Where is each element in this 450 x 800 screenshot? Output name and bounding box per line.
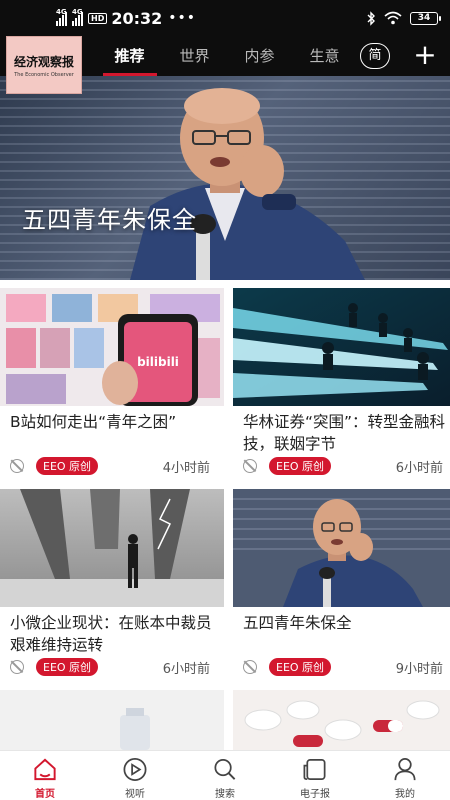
dislike-icon[interactable]: [10, 660, 24, 674]
logo-subtitle: The Economic Observer: [14, 72, 74, 78]
article-thumbnail: [0, 690, 224, 750]
brand-logo[interactable]: 经济观察报 The Economic Observer: [6, 36, 82, 94]
article-card[interactable]: 华林证券“突围”：转型金融科技，联姻字节 EEO 原创 6小时前: [233, 288, 450, 484]
signal-2-icon: 4G: [72, 8, 83, 26]
home-icon: [34, 758, 56, 781]
dislike-icon[interactable]: [243, 459, 257, 473]
bottom-nav: 首页 视听 搜索 电子报 我的: [0, 750, 450, 800]
article-card[interactable]: 小微企业现状：在账本中裁员 艰难维持运转 EEO 原创 6小时前: [0, 489, 224, 685]
article-card[interactable]: [233, 690, 450, 750]
article-thumbnail: bilibili: [0, 288, 224, 406]
publish-time: 4小时前: [162, 460, 210, 476]
original-badge: EEO 原创: [36, 457, 99, 475]
nav-search[interactable]: 搜索: [180, 751, 270, 800]
dislike-icon[interactable]: [243, 660, 257, 674]
article-thumbnail: [233, 489, 450, 607]
logo-title: 经济观察报: [13, 55, 74, 69]
user-icon: [394, 758, 416, 781]
article-thumbnail: [233, 288, 450, 406]
dislike-icon[interactable]: [10, 459, 24, 473]
add-channel-button[interactable]: +: [410, 36, 440, 76]
article-card[interactable]: [0, 690, 224, 750]
wifi-icon: [384, 11, 402, 25]
tab-business[interactable]: 生意: [292, 36, 357, 76]
nav-profile-label: 我的: [395, 789, 415, 800]
nav-epaper[interactable]: 电子报: [270, 751, 360, 800]
article-title: B站如何走出“青年之困”: [10, 413, 177, 431]
nav-home[interactable]: 首页: [0, 751, 90, 800]
nav-media[interactable]: 视听: [90, 751, 180, 800]
hero-title: 五四青年朱保全: [22, 206, 197, 234]
article-meta: EEO 原创 9小时前: [243, 658, 449, 677]
speaker-portrait-image: [233, 489, 450, 607]
publish-time: 9小时前: [395, 661, 443, 677]
battery-level: 34: [417, 13, 431, 23]
simplified-chinese-toggle[interactable]: 简: [360, 43, 390, 69]
clock: 20:32: [111, 8, 163, 28]
battery-icon: 34: [410, 11, 441, 25]
original-badge: EEO 原创: [36, 658, 99, 676]
bilibili-logo: bilibili: [137, 355, 179, 369]
article-meta: EEO 原创 4小时前: [10, 457, 216, 476]
tab-recommended[interactable]: 推荐: [97, 36, 162, 76]
article-meta: EEO 原创 6小时前: [10, 658, 216, 677]
pills-image: [233, 690, 450, 750]
nav-home-label: 首页: [35, 789, 55, 800]
article-card[interactable]: 五四青年朱保全 EEO 原创 9小时前: [233, 489, 450, 685]
bilibili-phone-image: bilibili: [0, 288, 224, 406]
man-in-hallway-image: [0, 489, 224, 607]
article-title: 五四青年朱保全: [243, 614, 352, 632]
hero-banner[interactable]: 五四青年朱保全: [0, 76, 450, 280]
publish-time: 6小时前: [395, 460, 443, 476]
status-bar: 4G 4G HD 20:32 ••• 34: [0, 0, 450, 36]
newspaper-icon: [303, 758, 326, 781]
original-badge: EEO 原创: [269, 457, 332, 475]
publish-time: 6小时前: [162, 661, 210, 677]
hd-voice-badge: HD: [88, 12, 108, 24]
tab-insider[interactable]: 内参: [227, 36, 292, 76]
article-meta: EEO 原创 6小时前: [243, 457, 449, 476]
channel-tabs: 推荐 世界 内参 生意: [97, 36, 357, 76]
bluetooth-icon: [367, 10, 375, 26]
runners-light-track-image: [233, 288, 450, 406]
article-title: 小微企业现状：在账本中裁员 艰难维持运转: [10, 614, 212, 654]
article-card[interactable]: bilibili B站如何走出“青年之困” EEO 原创 4小时前: [0, 288, 224, 484]
nav-media-label: 视听: [125, 789, 145, 800]
tab-world[interactable]: 世界: [162, 36, 227, 76]
original-badge: EEO 原创: [269, 658, 332, 676]
nav-epaper-label: 电子报: [300, 789, 330, 800]
nav-profile[interactable]: 我的: [360, 751, 450, 800]
article-thumbnail: [0, 489, 224, 607]
search-icon: [214, 758, 236, 780]
nav-search-label: 搜索: [215, 789, 235, 800]
article-title: 华林证券“突围”：转型金融科技，联姻字节: [243, 413, 446, 453]
play-icon: [123, 758, 147, 781]
more-notifications-icon: •••: [168, 10, 197, 26]
hero-image: [130, 88, 365, 280]
signal-1-icon: 4G: [56, 8, 67, 26]
